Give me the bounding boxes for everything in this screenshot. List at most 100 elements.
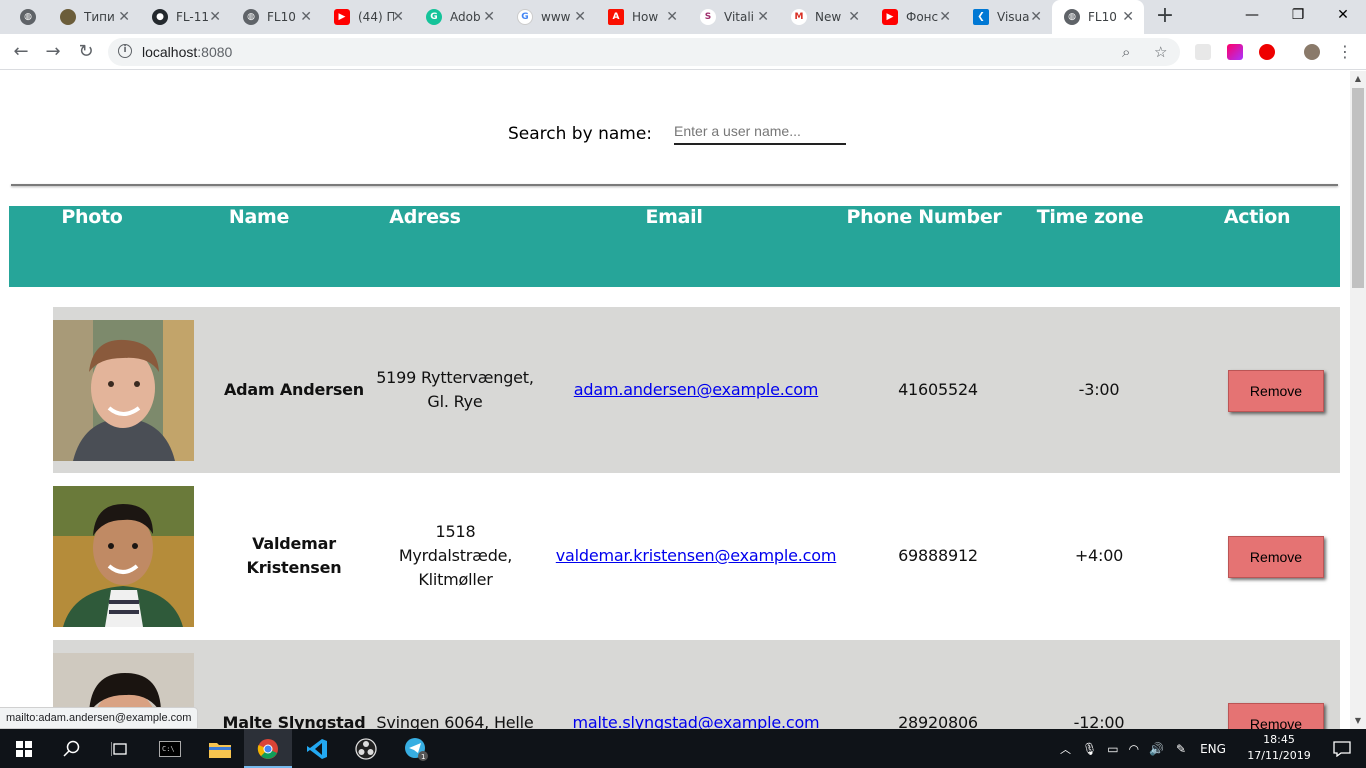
terminal-icon[interactable]: C:\ bbox=[146, 729, 194, 768]
close-icon[interactable]: ✕ bbox=[848, 9, 860, 25]
vscode-taskbar-icon[interactable] bbox=[293, 729, 341, 768]
extension-icon[interactable] bbox=[1195, 44, 1211, 60]
minimize-button[interactable]: — bbox=[1229, 0, 1275, 30]
tab-strip: ◍ Типи ✕ ● FL-11 ✕ ◍ FL10 ✕ ▶ (44) П ✕ G… bbox=[0, 0, 1366, 34]
tab-title: Visua bbox=[997, 10, 1030, 24]
close-icon[interactable]: ✕ bbox=[483, 9, 495, 25]
svg-text:C:\: C:\ bbox=[162, 745, 175, 753]
close-window-button[interactable]: ✕ bbox=[1320, 0, 1366, 30]
close-icon[interactable]: ✕ bbox=[1122, 9, 1134, 25]
close-icon[interactable]: ✕ bbox=[209, 9, 221, 25]
search-icon[interactable] bbox=[48, 729, 96, 768]
tab-title: Adob bbox=[450, 10, 481, 24]
vscode-icon: ❮ bbox=[973, 9, 989, 25]
user-email-link[interactable]: adam.andersen@example.com bbox=[574, 378, 819, 402]
scrollbar-thumb[interactable] bbox=[1352, 88, 1364, 288]
tab-11[interactable]: ❮ Visua ✕ bbox=[961, 0, 1052, 34]
close-icon[interactable]: ✕ bbox=[757, 9, 769, 25]
back-button[interactable]: ← bbox=[9, 40, 33, 64]
profile-avatar[interactable] bbox=[1304, 44, 1320, 60]
windows-start-icon[interactable] bbox=[0, 729, 48, 768]
user-phone: 69888912 bbox=[898, 546, 978, 565]
tab-2[interactable]: ● FL-11 ✕ bbox=[140, 0, 231, 34]
user-address: 1518 Myrdalstræde, Klitmøller bbox=[398, 522, 513, 589]
opera-icon[interactable] bbox=[1259, 44, 1275, 60]
user-email-link[interactable]: valdemar.kristensen@example.com bbox=[556, 544, 837, 568]
info-icon[interactable]: i bbox=[118, 44, 132, 58]
volume-icon[interactable]: 🔊 bbox=[1149, 742, 1164, 756]
obs-icon[interactable] bbox=[342, 729, 390, 768]
youtube-icon: ▶ bbox=[334, 9, 350, 25]
microphone-icon[interactable]: 🎙 bbox=[1082, 742, 1097, 756]
user-phone: 41605524 bbox=[898, 380, 978, 399]
restore-button[interactable]: ❐ bbox=[1275, 0, 1321, 30]
new-tab-button[interactable]: + bbox=[1153, 4, 1177, 28]
tab-4[interactable]: ▶ (44) П ✕ bbox=[322, 0, 414, 34]
divider bbox=[11, 184, 1338, 186]
remove-button[interactable]: Remove bbox=[1228, 703, 1324, 729]
user-email-cell: malte.slyngstad@example.com bbox=[543, 640, 849, 729]
close-icon[interactable]: ✕ bbox=[939, 9, 951, 25]
tab-globe[interactable]: ◍ bbox=[8, 0, 48, 34]
gmail-icon: M bbox=[791, 9, 807, 25]
user-email-link[interactable]: malte.slyngstad@example.com bbox=[573, 711, 820, 729]
pen-icon[interactable]: ✎ bbox=[1176, 742, 1186, 756]
close-icon[interactable]: ✕ bbox=[118, 9, 130, 25]
language-indicator[interactable]: ENG bbox=[1200, 742, 1226, 756]
close-icon[interactable]: ✕ bbox=[574, 9, 586, 25]
tab-active[interactable]: ◍ FL10 ✕ bbox=[1052, 0, 1144, 34]
clock[interactable]: 18:45 17/11/2019 bbox=[1246, 732, 1312, 764]
github-icon: ● bbox=[152, 9, 168, 25]
chrome-icon[interactable] bbox=[244, 729, 292, 768]
youtube-icon: ▶ bbox=[882, 9, 898, 25]
user-address: 5199 Ryttervænget, Gl. Rye bbox=[376, 368, 534, 411]
close-icon[interactable]: ✕ bbox=[666, 9, 678, 25]
column-header-address: Adress bbox=[389, 206, 461, 228]
user-name: Valdemar Kristensen bbox=[246, 534, 342, 577]
forward-button[interactable]: → bbox=[41, 40, 65, 64]
scroll-down-arrow[interactable]: ▼ bbox=[1350, 713, 1366, 729]
tab-3[interactable]: ◍ FL10 ✕ bbox=[231, 0, 322, 34]
tab-5[interactable]: G Adob ✕ bbox=[414, 0, 505, 34]
vertical-scrollbar[interactable]: ▲ ▼ bbox=[1350, 71, 1366, 729]
search-input[interactable] bbox=[674, 121, 847, 145]
bookmark-star-icon[interactable]: ☆ bbox=[1154, 43, 1167, 61]
browser-toolbar: ← → ↻ i localhost:8080 ⌕ ☆ ⋮ bbox=[0, 34, 1366, 70]
tab-8[interactable]: S Vitali ✕ bbox=[688, 0, 779, 34]
globe-icon: ◍ bbox=[20, 9, 36, 25]
notifications-icon[interactable] bbox=[1318, 729, 1366, 768]
tab-6[interactable]: G www ✕ bbox=[505, 0, 596, 34]
wifi-icon[interactable]: ◠ bbox=[1129, 742, 1139, 756]
user-email-cell: valdemar.kristensen@example.com bbox=[543, 473, 849, 639]
remove-button[interactable]: Remove bbox=[1228, 370, 1324, 412]
remove-button[interactable]: Remove bbox=[1228, 536, 1324, 578]
user-timezone: -12:00 bbox=[1073, 713, 1125, 729]
user-phone: 28920806 bbox=[898, 713, 978, 729]
close-icon[interactable]: ✕ bbox=[300, 9, 312, 25]
reload-button[interactable]: ↻ bbox=[74, 40, 98, 64]
show-hidden-icons-icon[interactable]: ︿ bbox=[1060, 741, 1071, 757]
close-icon[interactable]: ✕ bbox=[392, 9, 404, 25]
user-name: Adam Andersen bbox=[223, 380, 364, 399]
zoom-icon[interactable]: ⌕ bbox=[1122, 43, 1130, 61]
close-icon[interactable]: ✕ bbox=[1030, 9, 1042, 25]
menu-icon[interactable]: ⋮ bbox=[1337, 42, 1353, 61]
extension-gradient-icon[interactable] bbox=[1227, 44, 1243, 60]
tab-10[interactable]: ▶ Фонс ✕ bbox=[870, 0, 961, 34]
scroll-up-arrow[interactable]: ▲ bbox=[1350, 71, 1366, 87]
google-icon: G bbox=[517, 9, 533, 25]
link-status-bar: mailto:adam.andersen@example.com bbox=[0, 707, 199, 729]
grammarly-icon: G bbox=[426, 9, 442, 25]
tab-1[interactable]: Типи ✕ bbox=[48, 0, 140, 34]
file-explorer-icon[interactable] bbox=[196, 729, 244, 768]
column-header-phone: Phone Number bbox=[846, 206, 1002, 228]
tab-7[interactable]: A How ✕ bbox=[596, 0, 688, 34]
battery-icon[interactable]: ▭ bbox=[1107, 742, 1118, 756]
address-bar[interactable]: i localhost:8080 ⌕ ☆ bbox=[108, 38, 1180, 66]
user-address: Svingen 6064, Helle bbox=[376, 713, 534, 729]
user-email-cell: adam.andersen@example.com bbox=[543, 307, 849, 473]
tab-9[interactable]: M New ✕ bbox=[779, 0, 870, 34]
tab-title: Фонс bbox=[906, 10, 939, 24]
telegram-icon[interactable]: 1 bbox=[392, 729, 440, 768]
task-view-icon[interactable] bbox=[96, 729, 144, 768]
